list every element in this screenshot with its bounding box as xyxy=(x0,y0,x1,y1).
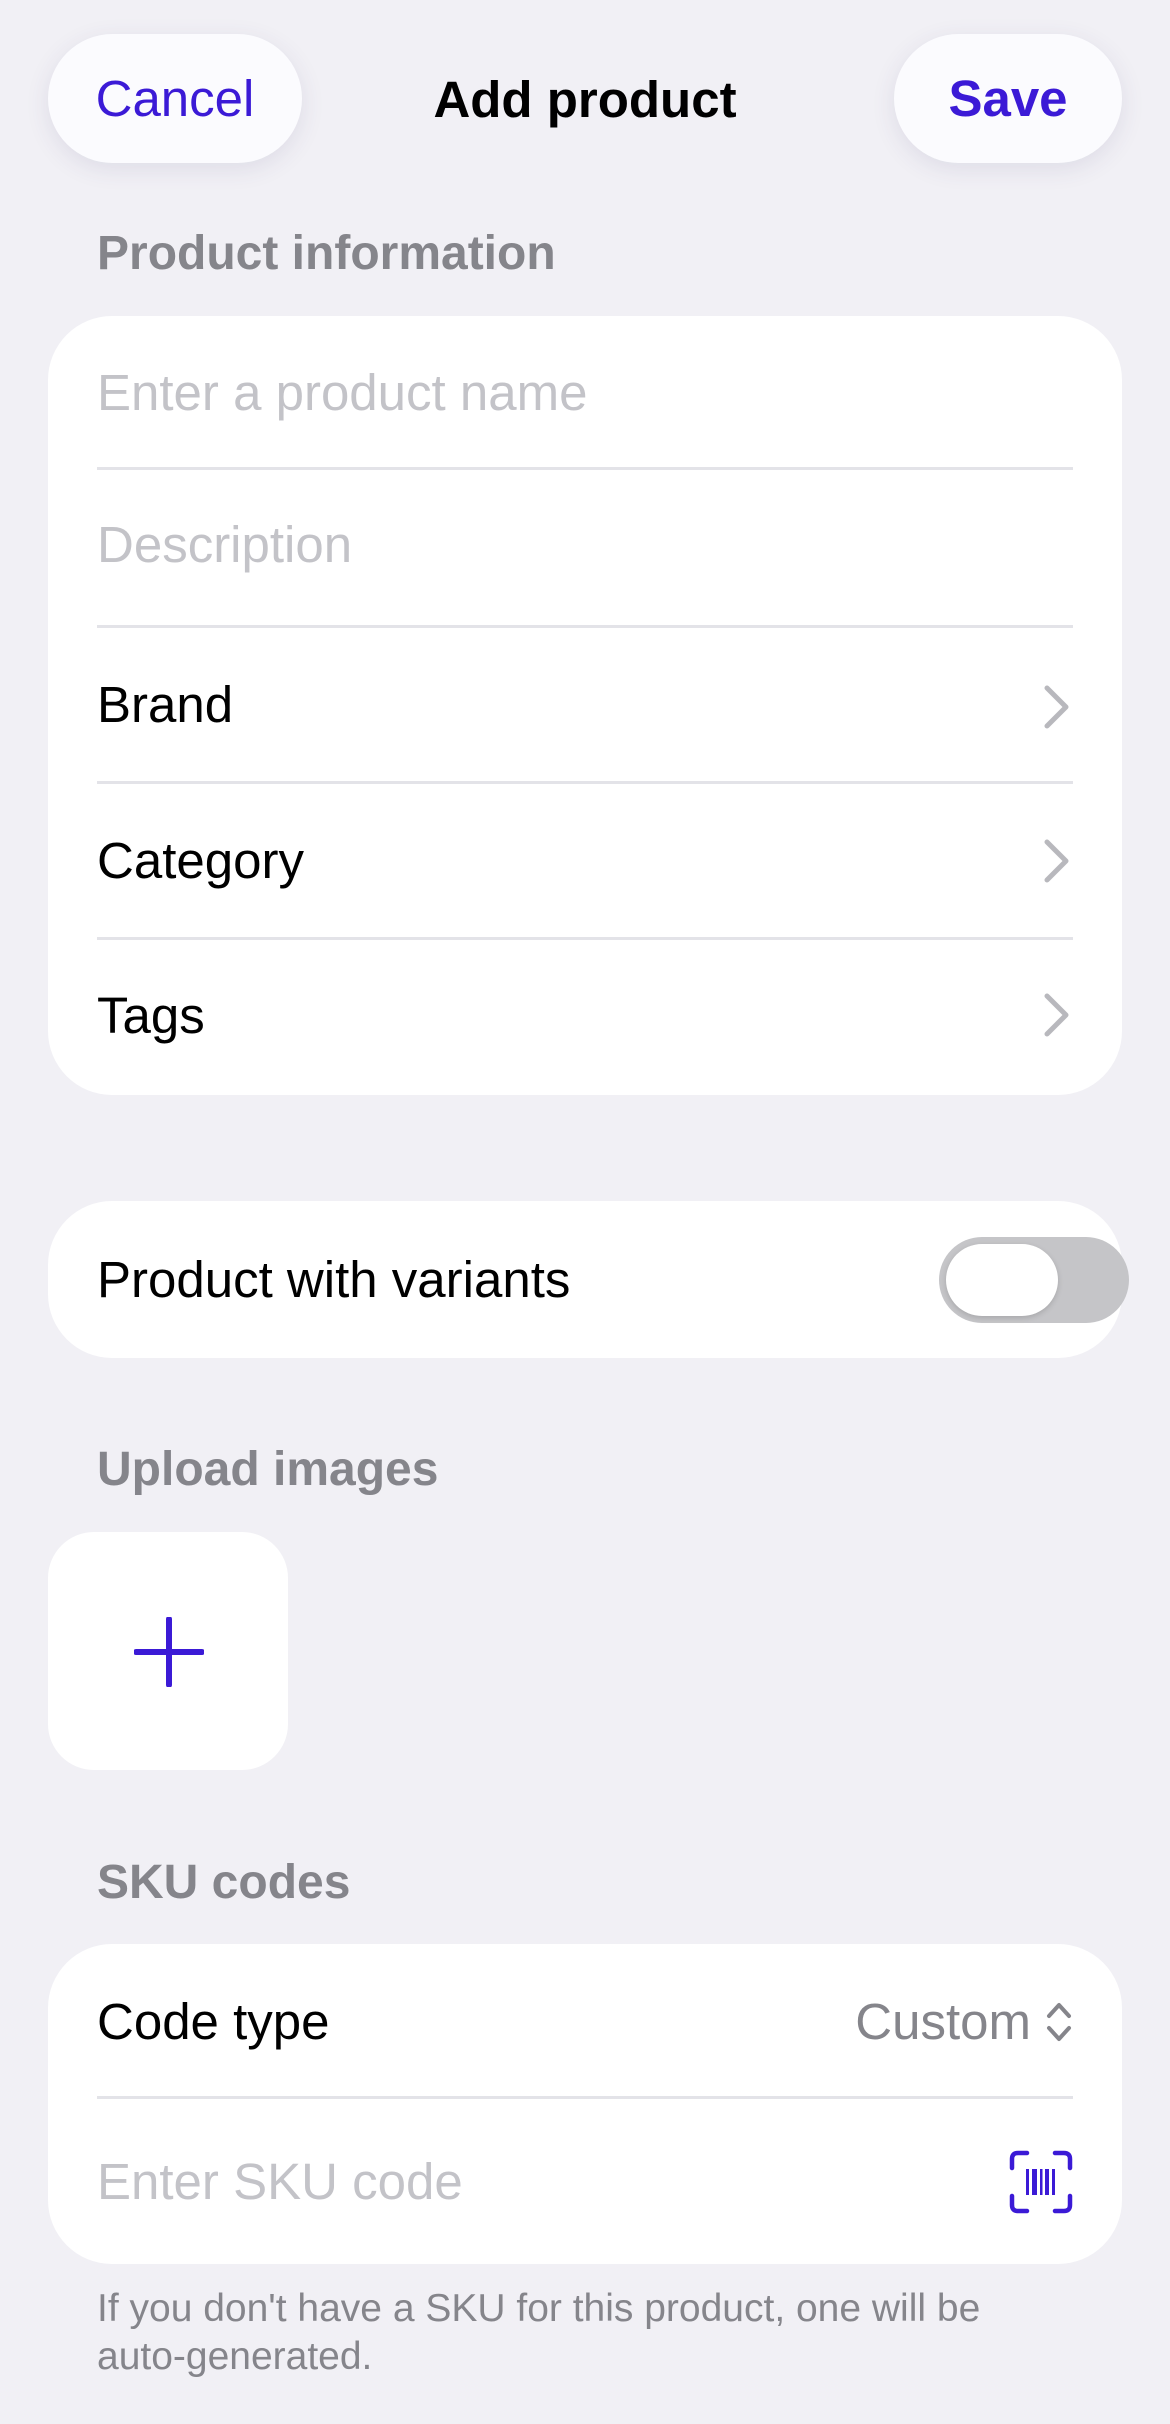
category-label: Category xyxy=(97,832,304,889)
page-title: Add product xyxy=(433,71,737,128)
code-type-value: Custom xyxy=(855,1993,1031,2050)
section-label-upload-images: Upload images xyxy=(97,1443,439,1496)
tags-label: Tags xyxy=(97,986,205,1044)
chevron-right-icon xyxy=(1044,993,1069,1037)
product-information-card: Brand Category Tags xyxy=(48,316,1122,1095)
tags-row[interactable]: Tags xyxy=(97,940,1073,1090)
sku-code-input[interactable] xyxy=(97,2152,1009,2211)
barcode-scan-icon[interactable] xyxy=(1009,2150,1073,2214)
description-input[interactable] xyxy=(97,514,1073,574)
code-type-row[interactable]: Code type Custom xyxy=(97,1944,1073,2099)
code-type-label: Code type xyxy=(97,1993,330,2050)
category-row[interactable]: Category xyxy=(97,784,1073,937)
add-image-button[interactable] xyxy=(48,1532,288,1770)
variants-toggle[interactable] xyxy=(939,1237,1129,1323)
toggle-knob xyxy=(946,1244,1058,1316)
cancel-button[interactable]: Cancel xyxy=(48,34,302,163)
product-name-input[interactable] xyxy=(97,362,1073,422)
sku-card: Code type Custom xyxy=(48,1944,1122,2264)
brand-row[interactable]: Brand xyxy=(97,628,1073,781)
variants-label: Product with variants xyxy=(97,1251,571,1308)
chevron-up-down-icon xyxy=(1047,2002,1071,2041)
section-label-product-information: Product information xyxy=(97,227,556,280)
variants-card: Product with variants xyxy=(48,1201,1129,1358)
section-label-sku-codes: SKU codes xyxy=(97,1856,351,1909)
brand-label: Brand xyxy=(97,676,234,733)
sku-help-text: If you don't have a SKU for this product… xyxy=(97,2287,981,2378)
save-button[interactable]: Save xyxy=(894,34,1122,163)
divider xyxy=(97,467,1073,470)
chevron-right-icon xyxy=(1044,839,1069,883)
plus-icon xyxy=(134,1617,204,1687)
chevron-right-icon xyxy=(1044,685,1069,729)
